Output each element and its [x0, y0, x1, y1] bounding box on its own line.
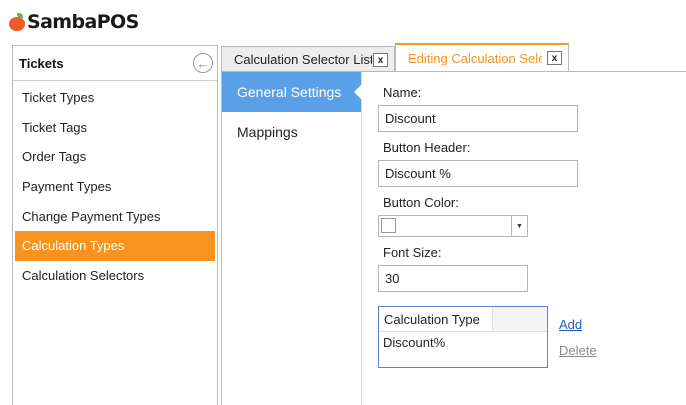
sidebar-item-order-tags[interactable]: Order Tags — [15, 142, 215, 172]
sidebar-header: Tickets ← — [13, 46, 217, 81]
sidebar: Tickets ← Ticket Types Ticket Tags Order… — [12, 45, 218, 405]
font-size-label: Font Size: — [383, 245, 442, 260]
editor-content: General Settings Mappings Name: Button H… — [221, 71, 686, 405]
sidebar-item-change-payment-types[interactable]: Change Payment Types — [15, 202, 215, 232]
chevron-down-icon[interactable]: ▼ — [511, 216, 527, 236]
grid-header-filler — [493, 307, 547, 331]
subnav-mappings[interactable]: Mappings — [222, 112, 361, 152]
sidebar-item-ticket-tags[interactable]: Ticket Tags — [15, 113, 215, 143]
editor-subnav: General Settings Mappings — [222, 72, 362, 405]
table-row[interactable]: Discount% — [379, 332, 547, 354]
back-arrow-icon[interactable]: ← — [193, 53, 213, 73]
add-link[interactable]: Add — [559, 317, 582, 332]
calculation-type-grid[interactable]: Calculation Type Discount% — [378, 306, 548, 368]
tab-label: Editing Calculation Selector — [408, 51, 542, 66]
sidebar-item-ticket-types[interactable]: Ticket Types — [15, 83, 215, 113]
button-header-label: Button Header: — [383, 140, 471, 155]
delete-link[interactable]: Delete — [559, 343, 597, 358]
column-header-calculation-type[interactable]: Calculation Type — [379, 307, 493, 331]
color-swatch — [381, 218, 396, 233]
sidebar-item-calculation-selectors[interactable]: Calculation Selectors — [15, 261, 215, 291]
tab-label: Calculation Selector List — [234, 52, 372, 67]
name-label: Name: — [383, 85, 422, 100]
sidebar-list: Ticket Types Ticket Tags Order Tags Paym… — [13, 81, 217, 291]
document-tabs: Calculation Selector List x Editing Calc… — [221, 43, 686, 72]
name-input[interactable] — [378, 105, 578, 132]
sidebar-title: Tickets — [19, 55, 64, 71]
button-header-input[interactable] — [378, 160, 578, 187]
font-size-input[interactable] — [378, 265, 528, 292]
button-color-picker[interactable]: ▼ — [378, 215, 528, 237]
app-logo: SambaPOS — [8, 11, 139, 33]
sidebar-item-calculation-types[interactable]: Calculation Types — [15, 231, 215, 262]
apple-logo-icon — [8, 13, 26, 31]
subnav-general-settings[interactable]: General Settings — [222, 72, 362, 112]
logo-text: SambaPOS — [27, 11, 139, 33]
tab-calculation-selector-list[interactable]: Calculation Selector List x — [221, 46, 395, 72]
general-settings-panel: Name: Button Header: Button Color: ▼ Fon… — [363, 72, 686, 405]
close-icon[interactable]: x — [547, 51, 562, 65]
close-icon[interactable]: x — [373, 53, 388, 67]
app-header: SambaPOS — [0, 0, 686, 44]
grid-header: Calculation Type — [379, 307, 547, 332]
tab-editing-calculation-selector[interactable]: Editing Calculation Selector x — [395, 43, 569, 72]
button-color-label: Button Color: — [383, 195, 459, 210]
sidebar-item-payment-types[interactable]: Payment Types — [15, 172, 215, 202]
